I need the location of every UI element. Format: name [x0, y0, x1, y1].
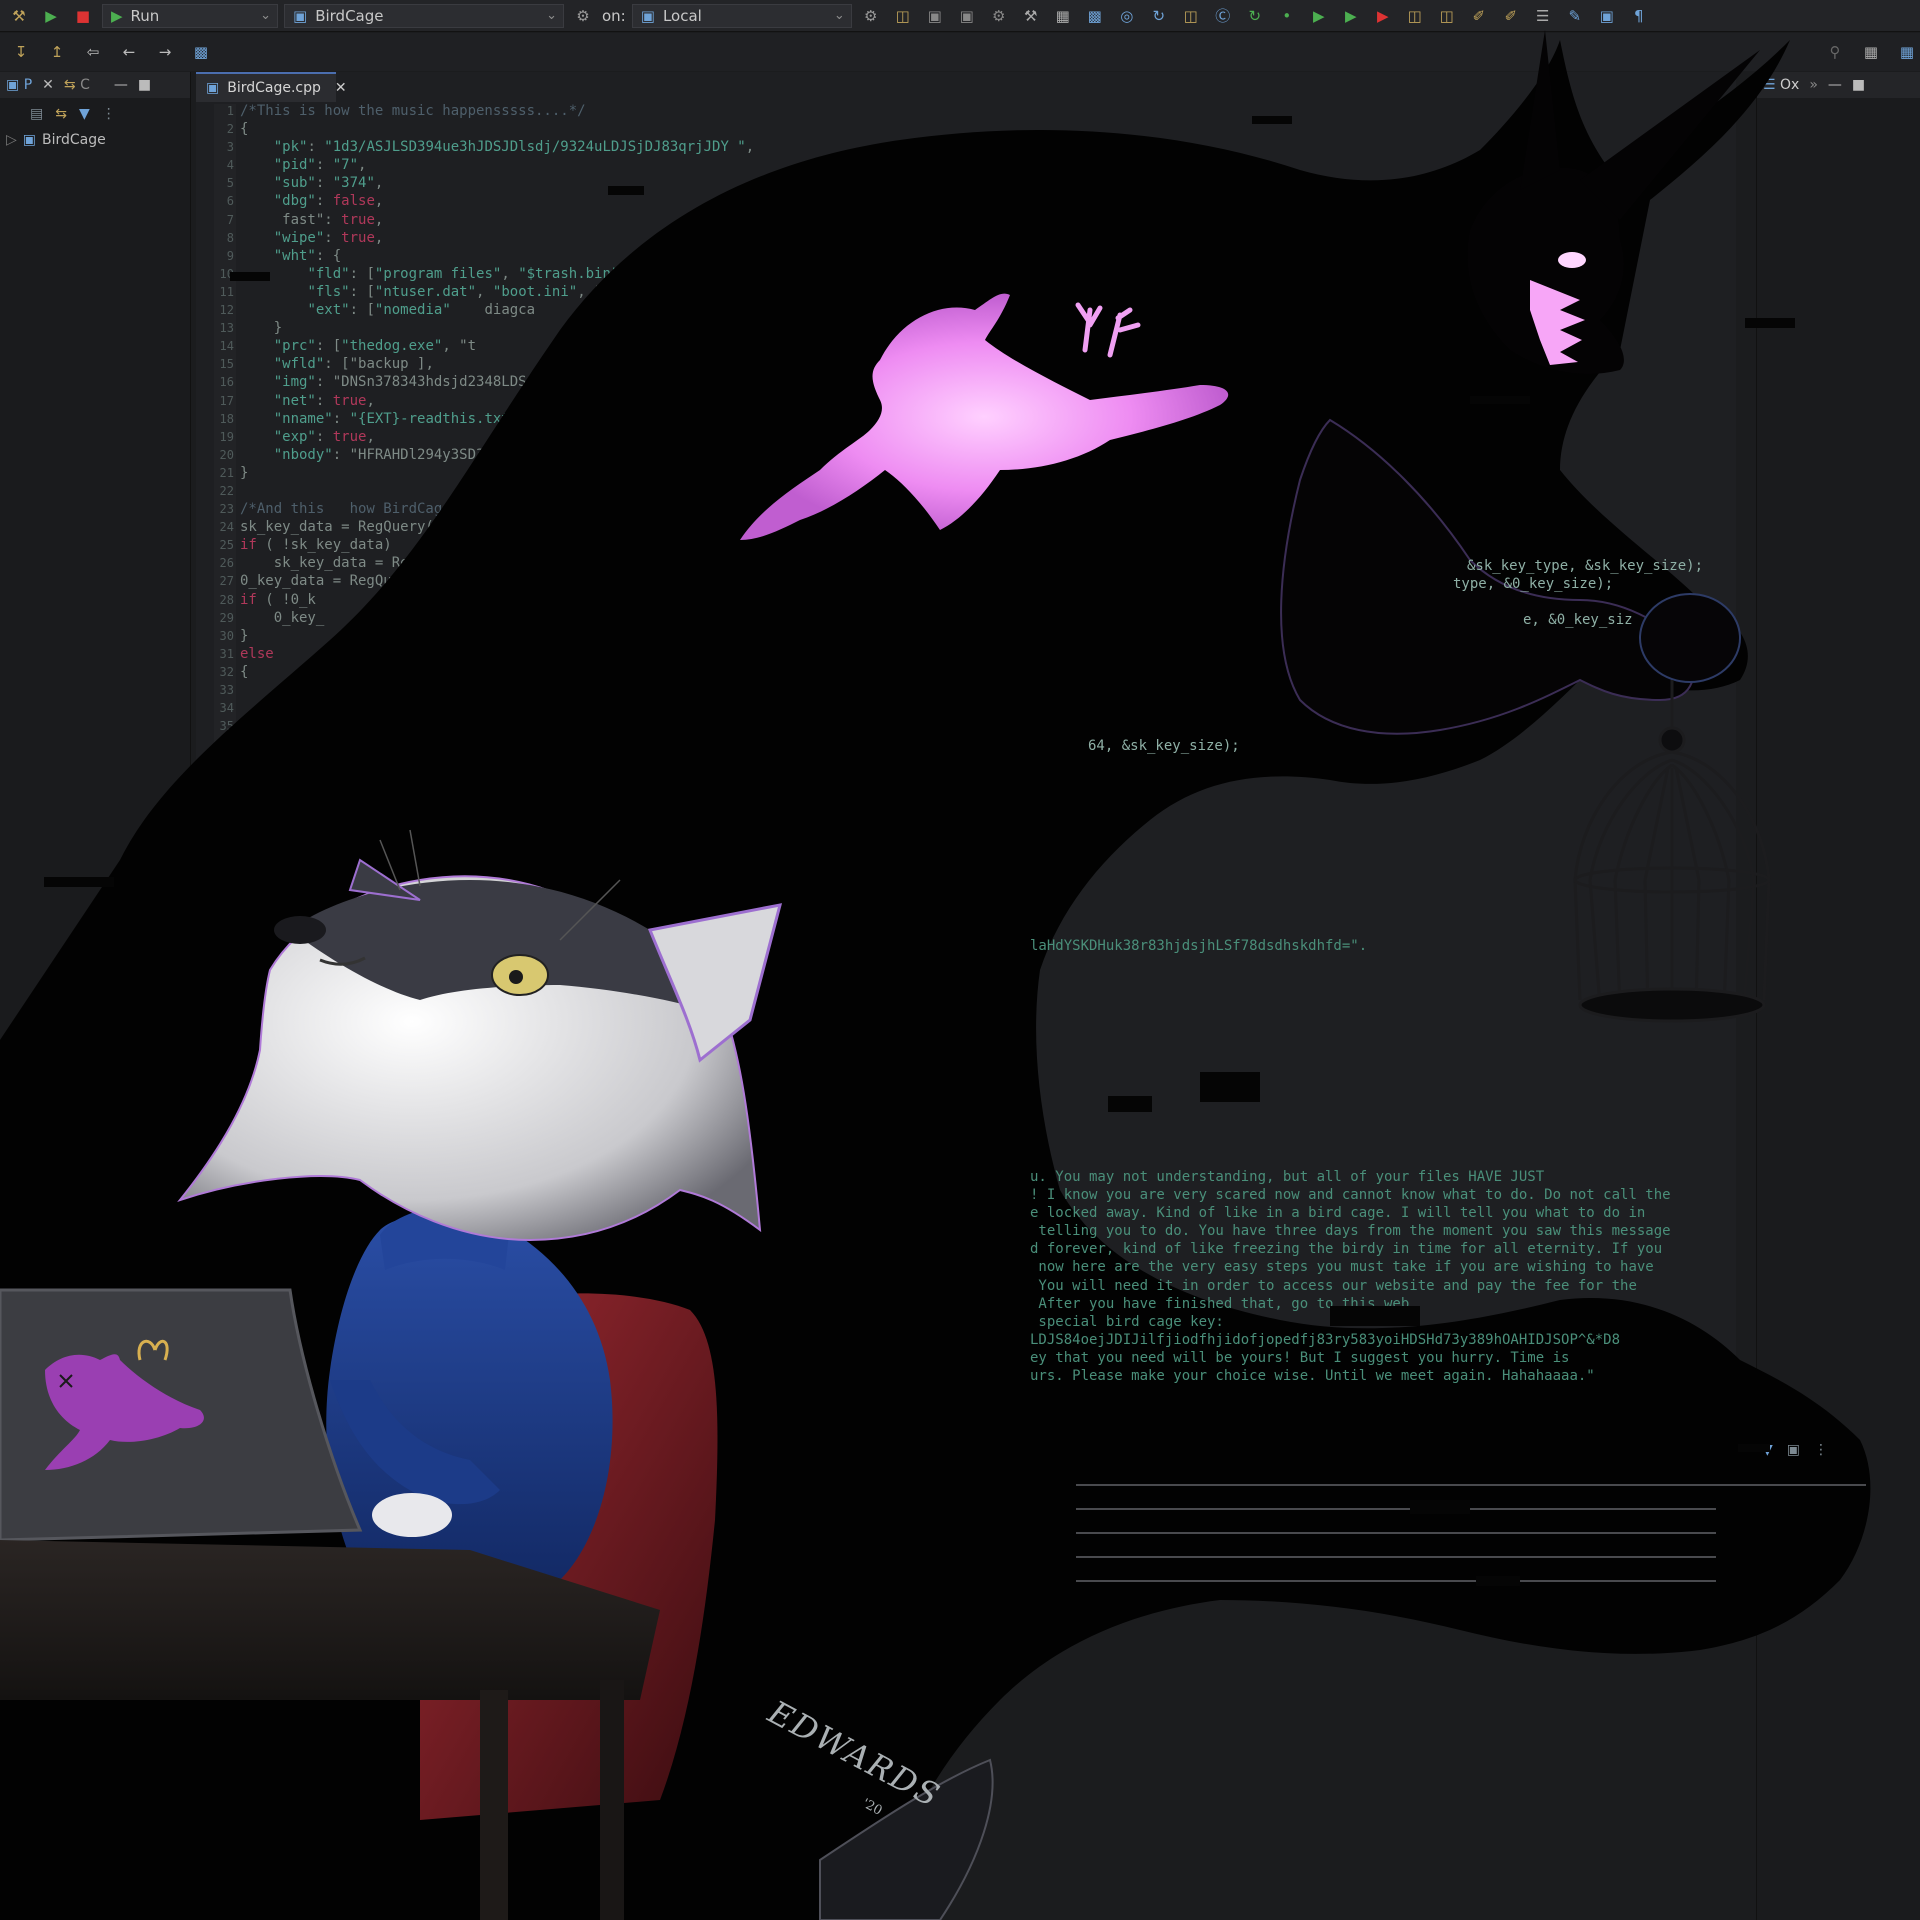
birdcage [1573, 680, 1771, 1023]
glitch-bar [1108, 1096, 1152, 1112]
creature-eye [1558, 252, 1586, 268]
code-fragment: laHdYSKDHuk38r83hjdsjhLSf78dsdhskdhfd=". [1030, 938, 1368, 954]
code-fragment: &sk_key_type, &sk_key_size); [1467, 558, 1704, 574]
cat-paw [372, 1493, 452, 1537]
code-fragment: type, &0_key_size); [1453, 576, 1614, 592]
glitch-bar [1252, 116, 1292, 124]
desk-leg [480, 1690, 508, 1920]
glitch-bar [1738, 1444, 1770, 1452]
view-menu-icon[interactable]: ⋮ [1814, 1442, 1828, 1458]
artwork [0, 30, 1871, 1920]
console-output: u. You may not understanding, but all of… [1030, 1169, 1671, 1385]
glitch-bar [1330, 1306, 1420, 1326]
glitch-bar [230, 272, 270, 281]
glitch-bar [1410, 1500, 1470, 1514]
bottom-panel-toolbar: ▼ ▣ ⋮ [1762, 1442, 1828, 1458]
code-fragment: e, &0_key_siz [1523, 612, 1633, 628]
code-fragment: 64, &sk_key_size); [1088, 738, 1240, 754]
cat-pupil [509, 970, 523, 984]
console-icon[interactable]: ▣ [1787, 1442, 1800, 1458]
creature-fist [1639, 593, 1741, 683]
glitch-bar [1200, 1072, 1260, 1102]
cat-nose [274, 916, 326, 944]
creature-ear [1580, 50, 1760, 220]
glitch-bar [608, 186, 644, 195]
bottom-panel [1076, 1460, 1866, 1610]
glitch-bar [1470, 396, 1530, 404]
glitch-bar [1745, 318, 1795, 328]
glitch-bar [1476, 1576, 1520, 1586]
desk-leg [600, 1680, 624, 1920]
glitch-bar [44, 877, 114, 887]
